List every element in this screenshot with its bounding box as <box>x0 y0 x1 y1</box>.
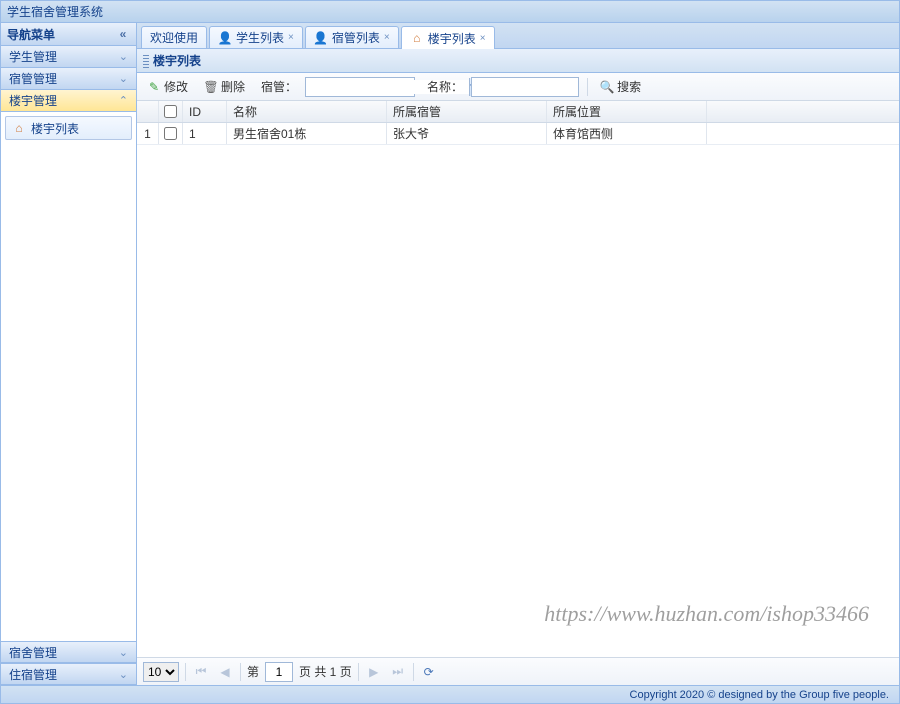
sidebar-header: 导航菜单 « <box>1 23 136 46</box>
close-icon[interactable]: × <box>288 32 294 43</box>
button-label: 删除 <box>221 78 245 95</box>
sidebar-group-label: 楼宇管理 <box>9 92 57 109</box>
app-title-bar: 学生宿舍管理系统 <box>1 1 899 23</box>
sidebar-group-dorm[interactable]: 宿舍管理 ⌄ <box>1 641 136 663</box>
sidebar-group-manager[interactable]: 宿管管理 ⌄ <box>1 68 136 90</box>
prev-page-button[interactable]: ◀ <box>216 663 234 681</box>
name-filter-label: 名称： <box>427 78 463 95</box>
tab-building-list[interactable]: ⌂ 楼宇列表 × <box>401 26 495 49</box>
grid-header: ID 名称 所属宿管 所属位置 <box>137 101 899 123</box>
cell-location: 体育馆西侧 <box>547 123 707 144</box>
house-icon: ⌂ <box>12 121 26 135</box>
grid-body: 1 1 男生宿舍01栋 张大爷 体育馆西侧 https://www.huzhan… <box>137 123 899 657</box>
separator <box>413 663 414 681</box>
sidebar-group-building[interactable]: 楼宇管理 ⌃ <box>1 90 136 112</box>
name-input[interactable] <box>471 77 579 97</box>
close-icon[interactable]: × <box>384 32 390 43</box>
chevron-down-icon: ⌄ <box>119 50 128 63</box>
user-icon: 👤 <box>314 31 328 45</box>
sidebar-item-building-list[interactable]: ⌂ 楼宇列表 <box>5 116 132 140</box>
cell-id: 1 <box>183 123 227 144</box>
tab-student-list[interactable]: 👤 学生列表 × <box>209 26 303 48</box>
house-icon: ⌂ <box>410 31 424 45</box>
tab-label: 欢迎使用 <box>150 29 198 46</box>
col-checkbox <box>159 101 183 122</box>
sidebar: 导航菜单 « 学生管理 ⌄ 宿管管理 ⌄ 楼宇管理 ⌃ ⌂ 楼宇列表 <box>1 23 137 685</box>
col-rownum <box>137 101 159 122</box>
cell-checkbox <box>159 123 183 144</box>
pencil-icon: ✎ <box>147 80 161 94</box>
panel-title: 楼宇列表 <box>153 52 201 69</box>
col-location[interactable]: 所属位置 <box>547 101 707 122</box>
search-icon: 🔍 <box>600 80 614 94</box>
panel-header: 楼宇列表 <box>137 49 899 73</box>
button-label: 修改 <box>164 78 188 95</box>
tab-label: 宿管列表 <box>332 29 380 46</box>
table-row[interactable]: 1 1 男生宿舍01栋 张大爷 体育馆西侧 <box>137 123 899 145</box>
pager-before-label: 第 <box>247 663 259 680</box>
tab-welcome[interactable]: 欢迎使用 <box>141 26 207 48</box>
delete-button[interactable]: 🗑 删除 <box>200 76 249 97</box>
row-checkbox[interactable] <box>164 127 177 140</box>
page-size-select[interactable]: 10 <box>143 662 179 682</box>
cell-rownum: 1 <box>137 123 159 144</box>
tab-label: 学生列表 <box>236 29 284 46</box>
grip-icon <box>143 54 149 68</box>
user-icon: 👤 <box>218 31 232 45</box>
toolbar: ✎ 修改 🗑 删除 宿管： ▾ 名称： 🔍 搜索 <box>137 73 899 101</box>
sidebar-group-label: 学生管理 <box>9 48 57 65</box>
col-name[interactable]: 名称 <box>227 101 387 122</box>
next-page-button[interactable]: ▶ <box>365 663 383 681</box>
collapse-icon[interactable]: « <box>116 27 130 41</box>
first-page-button[interactable]: ⏮ <box>192 663 210 681</box>
tab-label: 楼宇列表 <box>428 30 476 47</box>
chevron-down-icon: ⌄ <box>119 72 128 85</box>
sidebar-group-stay[interactable]: 住宿管理 ⌄ <box>1 663 136 685</box>
sidebar-item-label: 楼宇列表 <box>31 120 79 137</box>
sidebar-header-label: 导航菜单 <box>7 26 55 43</box>
delete-icon: 🗑 <box>204 80 218 94</box>
refresh-button[interactable]: ⟳ <box>420 663 438 681</box>
footer: Copyright 2020 © designed by the Group f… <box>1 685 899 703</box>
manager-filter-label: 宿管： <box>261 78 297 95</box>
separator <box>240 663 241 681</box>
tab-manager-list[interactable]: 👤 宿管列表 × <box>305 26 399 48</box>
sidebar-group-student[interactable]: 学生管理 ⌄ <box>1 46 136 68</box>
pager-after-label: 页 共 1 页 <box>299 663 352 680</box>
last-page-button[interactable]: ⏭ <box>389 663 407 681</box>
chevron-down-icon: ⌄ <box>119 646 128 659</box>
sidebar-group-label: 住宿管理 <box>9 666 57 683</box>
manager-combo[interactable]: ▾ <box>305 77 415 97</box>
page-input[interactable] <box>265 662 293 682</box>
search-button[interactable]: 🔍 搜索 <box>596 76 645 97</box>
edit-button[interactable]: ✎ 修改 <box>143 76 192 97</box>
separator <box>358 663 359 681</box>
cell-name: 男生宿舍01栋 <box>227 123 387 144</box>
select-all-checkbox[interactable] <box>164 105 177 118</box>
sidebar-group-label: 宿管管理 <box>9 70 57 87</box>
sidebar-group-label: 宿舍管理 <box>9 644 57 661</box>
chevron-down-icon: ⌄ <box>119 668 128 681</box>
watermark: https://www.huzhan.com/ishop33466 <box>544 601 869 627</box>
chevron-up-icon: ⌃ <box>119 94 128 107</box>
button-label: 搜索 <box>617 78 641 95</box>
separator <box>587 78 588 96</box>
cell-manager: 张大爷 <box>387 123 547 144</box>
tab-strip: 欢迎使用 👤 学生列表 × 👤 宿管列表 × ⌂ 楼宇列表 × <box>137 23 899 49</box>
separator <box>185 663 186 681</box>
footer-text: Copyright 2020 © designed by the Group f… <box>630 689 889 701</box>
app-title: 学生宿舍管理系统 <box>7 3 103 20</box>
col-id[interactable]: ID <box>183 101 227 122</box>
col-manager[interactable]: 所属宿管 <box>387 101 547 122</box>
close-icon[interactable]: × <box>480 33 486 44</box>
pager: 10 ⏮ ◀ 第 页 共 1 页 ▶ ⏭ ⟳ <box>137 657 899 685</box>
